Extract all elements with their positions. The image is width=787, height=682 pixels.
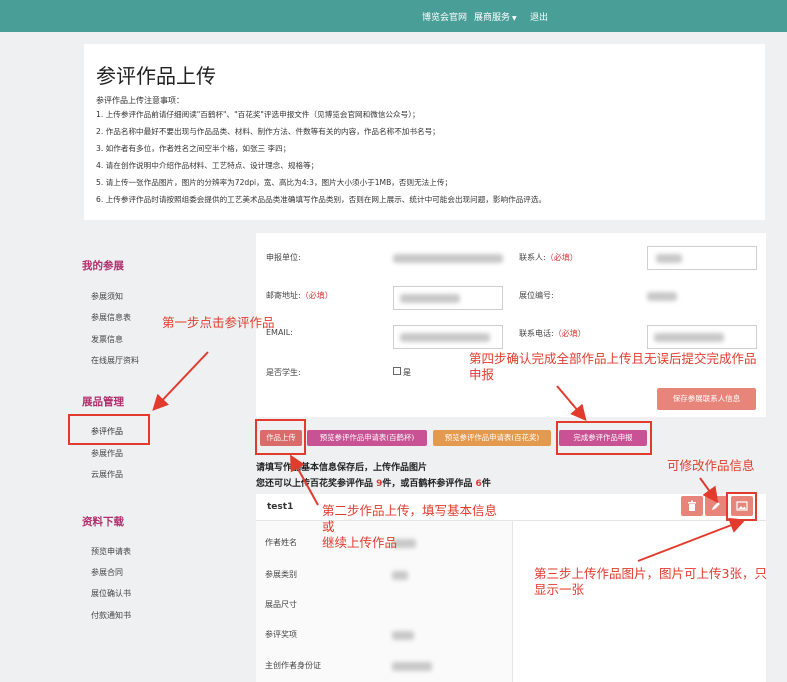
arrow-edit [699,477,719,504]
arrow-step1 [152,351,209,411]
arrow-step2 [290,454,319,506]
arrow-step4 [556,385,587,422]
annotation-arrows [152,351,746,562]
arrow-step3 [637,517,746,562]
